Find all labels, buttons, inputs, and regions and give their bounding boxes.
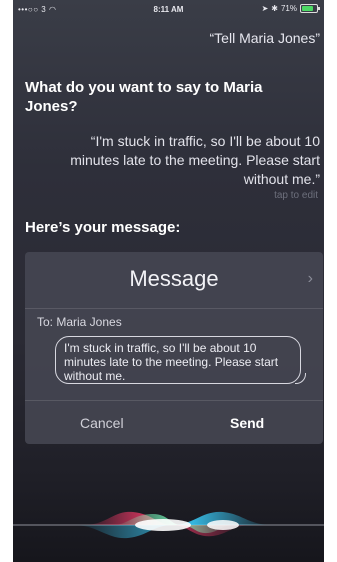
recipient-line: To: Maria Jones [37, 315, 122, 329]
message-card-title: Message [129, 266, 219, 291]
cancel-button[interactable]: Cancel [80, 415, 124, 431]
message-bubble: I'm stuck in traffic, so I'll be about 1… [55, 336, 306, 384]
location-icon: ➤ [261, 4, 269, 13]
chevron-right-icon[interactable]: › [308, 270, 313, 288]
message-body: I'm stuck in traffic, so I'll be about 1… [64, 341, 279, 383]
here-message-heading: Here’s your message: [25, 219, 181, 236]
battery-icon [300, 4, 320, 13]
tap-to-edit-hint[interactable]: tap to edit [274, 190, 318, 201]
siri-waveform-icon[interactable] [13, 500, 324, 550]
dictated-message[interactable]: “I'm stuck in traffic, so I'll be about … [50, 132, 320, 189]
status-bar: •••○○ 3 ◠ 8:11 AM ➤ ✱ 71% [13, 0, 324, 18]
siri-screen: •••○○ 3 ◠ 8:11 AM ➤ ✱ 71% “Tell Maria Jo… [13, 0, 324, 562]
message-card: Message › To: Maria Jones I'm stuck in t… [25, 252, 323, 444]
bluetooth-icon: ✱ [271, 4, 278, 13]
battery-percent: 71% [280, 4, 297, 13]
siri-question: What do you want to say to Maria Jones? [25, 79, 263, 115]
message-actions: Cancel Send [25, 400, 323, 445]
user-utterance: “Tell Maria Jones” [209, 30, 320, 46]
message-card-header[interactable]: Message › [25, 252, 323, 309]
bubble-tail [295, 373, 306, 384]
send-button[interactable]: Send [230, 415, 264, 431]
status-right: ➤ ✱ 71% [261, 4, 320, 13]
